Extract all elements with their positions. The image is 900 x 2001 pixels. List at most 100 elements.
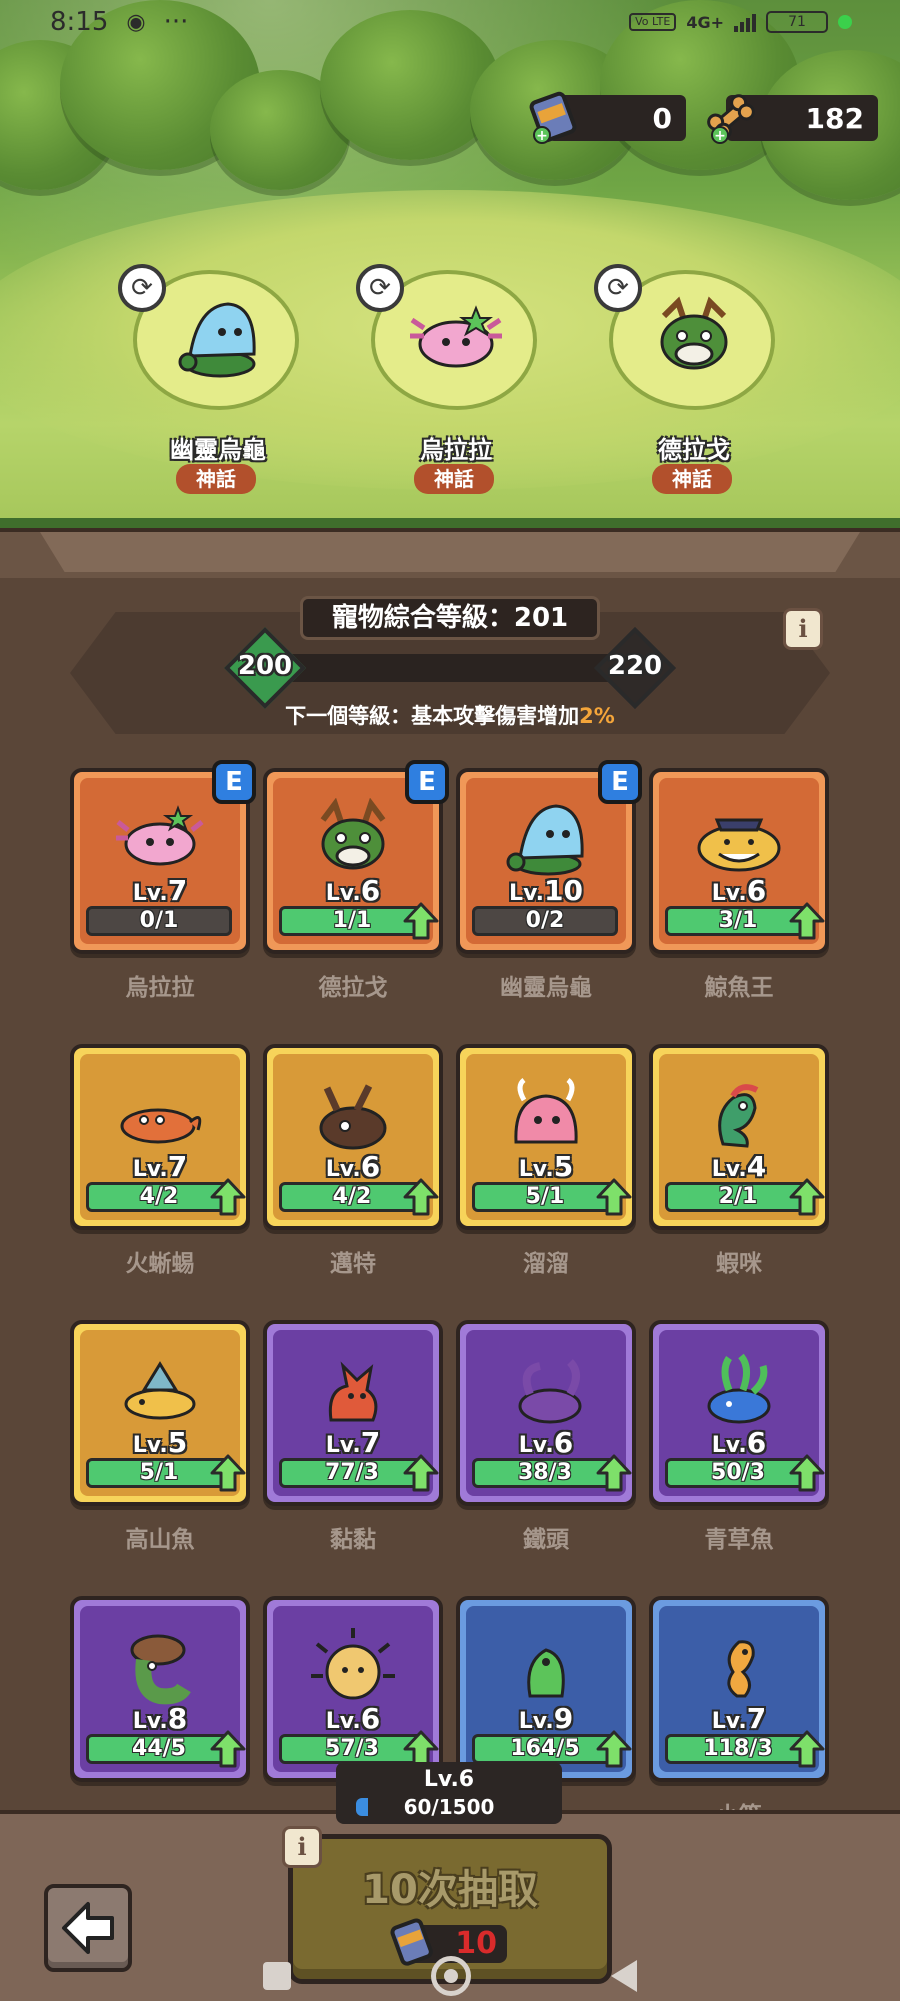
pet-shard-progress: 77/3 — [279, 1454, 439, 1492]
draw-info-icon[interactable]: i — [282, 1826, 322, 1868]
pet-shard-count: 5/1 — [525, 1184, 565, 1209]
pet-card-frame[interactable]: Lv.5 5/1 — [70, 1320, 250, 1506]
pet-card[interactable]: Lv.6 1/1 E 德拉戈 — [263, 760, 449, 1028]
pet-shard-count: 2/1 — [718, 1184, 758, 1209]
pet-card-frame[interactable]: Lv.7 4/2 — [70, 1044, 250, 1230]
bone-counter[interactable]: + 182 — [707, 94, 878, 144]
upgrade-arrow-icon — [403, 1454, 439, 1492]
pet-level-prefix: Lv. — [711, 1157, 747, 1182]
pet-card[interactable]: Lv.6 4/2 邁特 — [263, 1044, 443, 1304]
pet-level-prefix: Lv. — [518, 1157, 554, 1182]
upgrade-arrow-icon — [596, 1178, 632, 1216]
pet-level-prefix: Lv. — [132, 1709, 168, 1734]
pet-card[interactable]: Lv.7 77/3 黏黏 — [263, 1320, 443, 1580]
pet-card-frame[interactable]: Lv.8 44/5 — [70, 1596, 250, 1782]
pet-card-frame[interactable]: Lv.7 118/3 — [649, 1596, 829, 1782]
pet-level-value: 4 — [746, 1150, 767, 1183]
pet-card-frame[interactable]: Lv.6 3/1 — [649, 768, 829, 954]
pet-shard-progress: 44/5 — [86, 1730, 246, 1768]
pet-level-prefix: Lv. — [711, 881, 747, 906]
pet-card-frame[interactable]: Lv.9 164/5 — [456, 1596, 636, 1782]
pet-level-value: 7 — [167, 1150, 188, 1183]
pet-name: 鐵頭 — [523, 1527, 569, 1553]
pet-level-prefix: Lv. — [509, 881, 544, 906]
pet-card[interactable]: Lv.10 0/2 E 幽靈烏龜 — [456, 760, 642, 1028]
pet-name: 邁特 — [330, 1251, 376, 1277]
pet-card[interactable]: Lv.6 50/3 青草魚 — [649, 1320, 829, 1580]
upgrade-arrow-icon — [596, 1730, 632, 1768]
next-level-bonus-text: 下一個等級：基本攻擊傷害增加 — [285, 704, 580, 728]
pet-card-frame[interactable]: Lv.5 5/1 — [456, 1044, 636, 1230]
svg-text:+: + — [536, 128, 548, 144]
bone-count: 182 — [805, 101, 864, 135]
pet-shard-progress: 164/5 — [472, 1730, 632, 1768]
pet-level-value: 8 — [167, 1702, 188, 1735]
equipped-badge: E — [212, 760, 256, 804]
refresh-icon[interactable]: ⟳ — [356, 264, 404, 312]
pet-card[interactable]: Lv.6 3/1 鯨魚王 — [649, 768, 829, 1028]
recent-apps-icon[interactable] — [263, 1961, 291, 1990]
home-icon[interactable] — [431, 1955, 471, 1996]
back-arrow-icon — [62, 1902, 114, 1954]
ticket-icon: + — [529, 91, 577, 144]
pet-card[interactable]: Lv.7 0/1 E 烏拉拉 — [70, 760, 256, 1028]
pet-card-frame[interactable]: Lv.6 57/3 — [263, 1596, 443, 1782]
pet-shard-progress: 118/3 — [665, 1730, 825, 1768]
refresh-icon[interactable]: ⟳ — [594, 264, 642, 312]
pet-card-frame[interactable]: Lv.6 50/3 — [649, 1320, 829, 1506]
next-level-bonus-value: 2% — [579, 704, 615, 728]
pet-card-frame[interactable]: Lv.4 2/1 — [649, 1044, 829, 1230]
player-xp-bar — [356, 1798, 368, 1816]
battery-icon: 71 — [766, 11, 828, 33]
upgrade-arrow-icon — [403, 1178, 439, 1216]
refresh-icon[interactable]: ⟳ — [118, 264, 166, 312]
pet-level-value: 6 — [746, 1426, 767, 1459]
pet-shard-count: 118/3 — [703, 1736, 773, 1761]
pet-card[interactable]: Lv.5 5/1 高山魚 — [70, 1320, 250, 1580]
pet-shard-progress: 38/3 — [472, 1454, 632, 1492]
pet-name: 鯨魚王 — [704, 975, 774, 1001]
pet-card[interactable]: Lv.6 38/3 鐵頭 — [456, 1320, 636, 1580]
battery-level: 71 — [788, 14, 806, 30]
upgrade-arrow-icon — [403, 902, 439, 940]
puffer-fish-icon — [311, 1628, 395, 1700]
red-fox-icon — [328, 1361, 378, 1422]
pet-level-value: 6 — [553, 1426, 574, 1459]
pet-card[interactable]: Lv.5 5/1 溜溜 — [456, 1044, 636, 1304]
rarity-badge: 神話 — [652, 464, 732, 494]
upgrade-arrow-icon — [789, 902, 825, 940]
pet-shard-progress: 3/1 — [665, 902, 825, 940]
green-frog-icon — [527, 1648, 565, 1698]
pet-card-frame[interactable]: Lv.7 77/3 — [263, 1320, 443, 1506]
pet-level-prefix: Lv. — [711, 1433, 747, 1458]
system-back-icon[interactable] — [611, 1959, 637, 1992]
beetle-icon — [319, 1084, 387, 1150]
pet-card[interactable]: Lv.7 4/2 火蜥蜴 — [70, 1044, 250, 1304]
featured-pet-1[interactable]: ⟳ 幽靈烏龜 神話 — [118, 264, 308, 494]
dragon-icon — [660, 296, 728, 370]
mushroom-worm-icon — [130, 1634, 191, 1705]
pet-card-frame[interactable]: Lv.6 4/2 — [263, 1044, 443, 1230]
svg-text:+: + — [714, 128, 726, 144]
pet-name: 烏拉拉 — [125, 975, 195, 1001]
info-icon[interactable]: i — [783, 608, 823, 650]
seahorse-icon — [727, 1640, 755, 1698]
pet-name: 青草魚 — [704, 1527, 774, 1553]
pet-card-frame[interactable]: Lv.6 38/3 — [456, 1320, 636, 1506]
pet-level-progress — [260, 654, 640, 682]
pet-shard-count: 0/2 — [525, 908, 565, 933]
ticket-counter[interactable]: + 0 — [529, 91, 686, 144]
pet-level-value: 5 — [553, 1150, 574, 1183]
signal-icon — [734, 12, 756, 32]
featured-pet-3[interactable]: ⟳ 德拉戈 神話 — [594, 264, 784, 494]
featured-pet-name: 德拉戈 — [658, 436, 730, 464]
pet-shard-count: 164/5 — [510, 1736, 580, 1761]
pet-level-value: 6 — [360, 1702, 381, 1735]
featured-pet-2[interactable]: ⟳ 烏拉拉 神話 — [356, 264, 546, 494]
panel-frame — [0, 528, 900, 578]
pet-level-title: 寵物綜合等級：201 — [300, 596, 600, 640]
ghost-turtle-icon — [178, 302, 256, 378]
pet-card[interactable]: Lv.4 2/1 蝦咪 — [649, 1044, 829, 1304]
pet-shard-progress: 5/1 — [86, 1454, 246, 1492]
pet-level-value: 6 — [360, 1150, 381, 1183]
